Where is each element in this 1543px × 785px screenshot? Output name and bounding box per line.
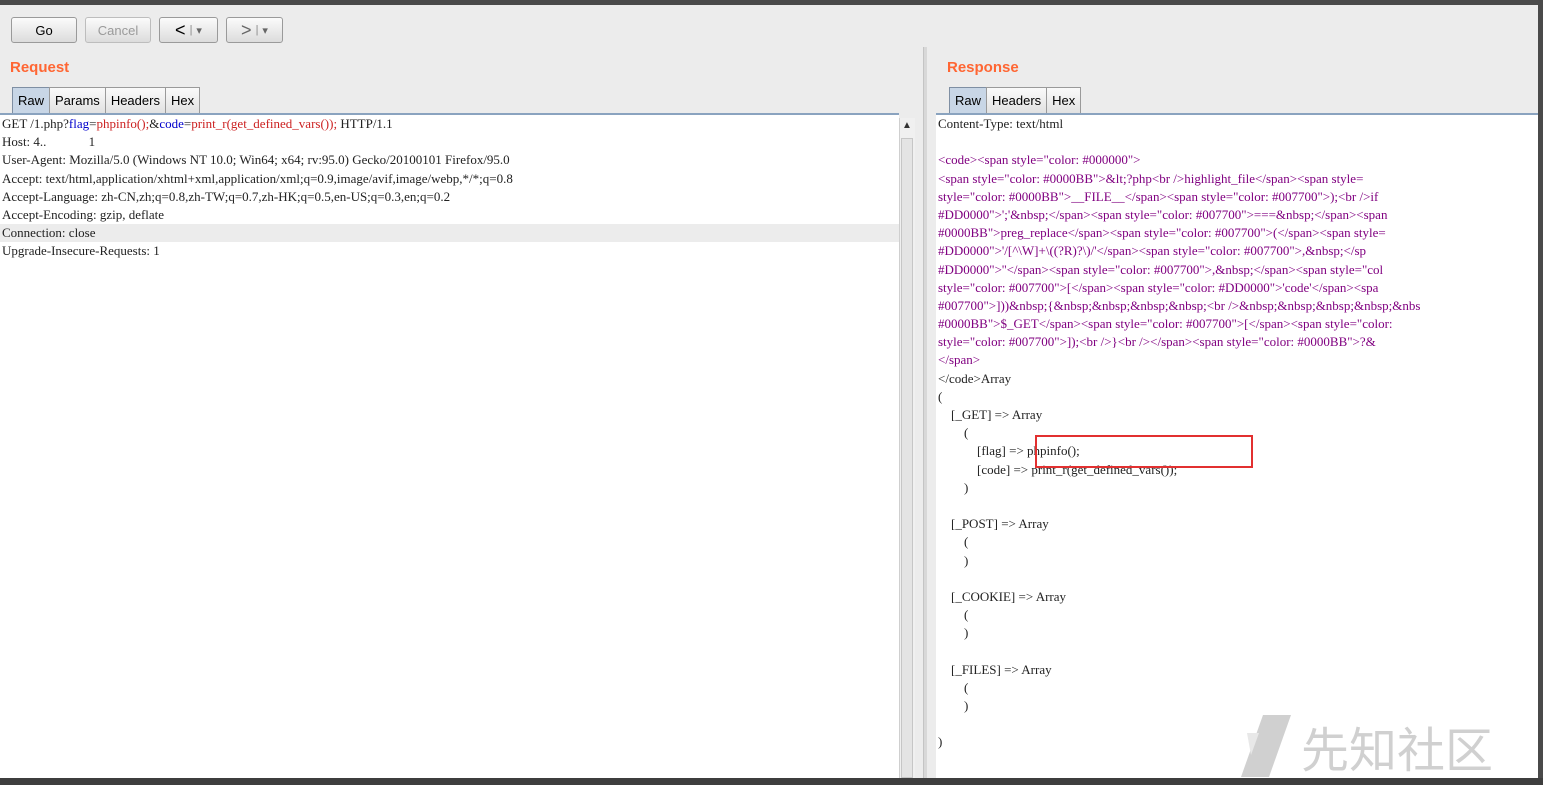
back-arrow-icon: < xyxy=(175,19,186,40)
request-scrollbar[interactable]: ▲ xyxy=(899,118,915,778)
tab-headers[interactable]: Headers xyxy=(986,87,1048,113)
code-line: </span> xyxy=(938,352,981,368)
array-line: ) xyxy=(938,625,969,641)
header-line: Host: 4.. 1 xyxy=(2,134,96,150)
array-line: </code>Array xyxy=(938,370,1012,386)
code-line: #007700">]))&nbsp;{&nbsp;&nbsp;&nbsp;&nb… xyxy=(938,297,1421,313)
code-line: style="color: #007700">]);<br />}<br /><… xyxy=(938,334,1376,350)
code-line: style="color: #0000BB">__FILE__</span><s… xyxy=(938,188,1379,204)
tab-hex[interactable]: Hex xyxy=(1046,87,1082,113)
scrollbar-thumb[interactable] xyxy=(901,138,913,778)
array-line: ) xyxy=(938,552,969,568)
response-title: Response xyxy=(947,59,1019,76)
forward-button[interactable]: > | ▾ xyxy=(226,17,283,43)
param-name: code xyxy=(159,116,184,131)
header-line: Accept-Language: zh-CN,zh;q=0.8,zh-TW;q=… xyxy=(2,188,451,204)
highlight-annotation-box xyxy=(1035,435,1253,468)
array-line: [_GET] => Array xyxy=(938,407,1043,422)
toolbar: Go Cancel < | ▾ > | ▾ xyxy=(0,5,1538,47)
request-tabs: Raw Params Headers Hex xyxy=(12,87,201,113)
code-line: #0000BB">$_GET</span><span style="color:… xyxy=(938,316,1393,332)
http-version: HTTP/1.1 xyxy=(337,116,393,131)
array-line: [_POST] => Array xyxy=(938,516,1049,532)
array-line: ( xyxy=(938,679,969,695)
request-method-path: GET /1.php? xyxy=(2,116,69,131)
code-line: style="color: #007700">[</span><span sty… xyxy=(938,279,1379,295)
tab-raw[interactable]: Raw xyxy=(949,87,988,113)
watermark-logo-icon xyxy=(1241,715,1291,777)
cancel-button[interactable]: Cancel xyxy=(85,17,151,43)
tab-headers[interactable]: Headers xyxy=(104,87,166,113)
code-line: <span style="color: #0000BB">&lt;?php<br… xyxy=(938,170,1364,186)
header-line-highlighted: Connection: close xyxy=(0,224,899,243)
separator: | xyxy=(255,24,259,36)
forward-arrow-icon: > xyxy=(241,19,252,40)
code-line: #0000BB">preg_replace</span><span style=… xyxy=(938,225,1386,241)
burp-repeater-window: Go Cancel < | ▾ > | ▾ Request Raw Params… xyxy=(0,5,1538,778)
array-line: [_FILES] => Array xyxy=(938,661,1052,677)
ampersand: & xyxy=(149,116,160,131)
code-line: #DD0000">''</span><span style="color: #0… xyxy=(938,261,1384,277)
array-line xyxy=(936,642,1538,660)
header-line: Upgrade-Insecure-Requests: 1 xyxy=(2,243,160,259)
array-line xyxy=(936,570,1538,588)
tab-params[interactable]: Params xyxy=(49,87,106,113)
watermark-text: 先知社区 xyxy=(1301,725,1494,778)
scroll-up-icon[interactable]: ▲ xyxy=(902,120,912,131)
code-line: <code><span style="color: #000000"> xyxy=(938,152,1141,168)
array-line xyxy=(936,497,1538,515)
param-value: phpinfo(); xyxy=(96,116,150,131)
header-line: User-Agent: Mozilla/5.0 (Windows NT 10.0… xyxy=(2,152,510,168)
separator: | xyxy=(189,24,193,36)
split-pane-divider[interactable] xyxy=(923,47,927,778)
array-line: ( xyxy=(938,607,969,623)
cancel-label: Cancel xyxy=(97,22,139,38)
response-tabs: Raw Headers Hex xyxy=(949,87,1082,113)
array-line: ( xyxy=(938,534,969,550)
param-value: print_r(get_defined_vars()); xyxy=(191,116,338,131)
dropdown-icon[interactable]: ▾ xyxy=(196,24,202,37)
bottom-edge xyxy=(0,778,1543,785)
array-line: ( xyxy=(938,388,943,404)
request-editor[interactable]: GET /1.php?flag=phpinfo();&code=print_r(… xyxy=(0,113,899,778)
array-line: [_COOKIE] => Array xyxy=(938,588,1067,604)
back-button[interactable]: < | ▾ xyxy=(159,17,218,43)
header-line: Accept-Encoding: gzip, deflate xyxy=(2,206,165,222)
dropdown-icon[interactable]: ▾ xyxy=(262,24,268,37)
code-line: #DD0000">'/[^\W]+\((?R)?\)/'</span><span… xyxy=(938,243,1366,259)
go-button[interactable]: Go xyxy=(11,17,77,43)
go-label: Go xyxy=(35,22,53,38)
header-line: Accept: text/html,application/xhtml+xml,… xyxy=(2,170,513,186)
param-name: flag xyxy=(68,116,90,131)
response-header-line: Content-Type: text/html xyxy=(938,116,1064,131)
array-line: ) xyxy=(938,479,969,495)
watermark: 先知社区 xyxy=(1241,711,1493,778)
tab-hex[interactable]: Hex xyxy=(164,87,201,113)
request-line: GET /1.php?flag=phpinfo();&code=print_r(… xyxy=(0,115,899,133)
code-line: #DD0000">';'&nbsp;</span><span style="co… xyxy=(938,206,1388,222)
tab-raw[interactable]: Raw xyxy=(12,87,51,113)
request-title: Request xyxy=(10,59,70,76)
